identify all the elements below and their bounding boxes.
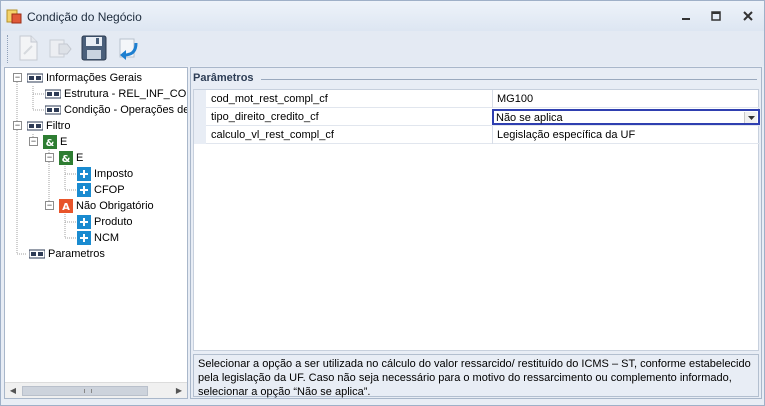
- undo-arrow-icon[interactable]: [114, 33, 144, 63]
- property-value-dropdown[interactable]: Não se aplica: [492, 109, 760, 125]
- condition-tree[interactable]: − Informações Gerais Estrutura - REL_INF…: [4, 67, 188, 399]
- plus-box-icon: [77, 183, 91, 197]
- and-icon: &: [59, 151, 73, 165]
- close-icon[interactable]: [739, 8, 757, 24]
- property-name: tipo_direito_credito_cf: [211, 111, 319, 123]
- property-row[interactable]: cod_mot_rest_compl_cf MG100: [194, 90, 760, 108]
- property-name: calculo_vl_rest_compl_cf: [211, 129, 334, 141]
- scroll-right-icon[interactable]: ▶: [174, 386, 184, 396]
- tree-node-informacoes-gerais[interactable]: − Informações Gerais: [13, 70, 142, 86]
- svg-text:A: A: [62, 202, 70, 213]
- tree-node-condicao[interactable]: Condição - Operações de: [45, 102, 187, 118]
- plus-box-icon: [77, 231, 91, 245]
- tree-node-estrutura[interactable]: Estrutura - REL_INF_CO: [45, 86, 186, 102]
- property-value[interactable]: Legislação específica da UF: [497, 129, 635, 141]
- and-icon: &: [43, 135, 57, 149]
- properties-panel: Parâmetros cod_mot_rest_compl_cf MG100 t…: [190, 67, 762, 399]
- tree-node-e-nested[interactable]: − & E: [45, 150, 83, 166]
- tree-node-cfop[interactable]: CFOP: [77, 182, 125, 198]
- parameters-header: Parâmetros: [193, 72, 254, 84]
- property-description: Selecionar a opção a ser utilizada no cá…: [193, 354, 759, 398]
- form-icon: [45, 105, 61, 115]
- form-icon: [27, 121, 43, 131]
- collapse-toggle-icon[interactable]: −: [13, 73, 22, 82]
- tree-node-imposto[interactable]: Imposto: [77, 166, 133, 182]
- tree-node-e[interactable]: − & E: [29, 134, 67, 150]
- property-value[interactable]: MG100: [497, 93, 533, 105]
- app-icon: [6, 9, 22, 24]
- tree-node-parametros[interactable]: Parametros: [29, 246, 105, 262]
- scroll-left-icon[interactable]: ◀: [8, 386, 18, 396]
- business-condition-window: Condição do Negócio − Informações Gerais…: [0, 0, 765, 406]
- form-icon: [27, 73, 43, 83]
- property-row-selected[interactable]: tipo_direito_credito_cf Não se aplica: [194, 108, 760, 126]
- header-divider: [261, 79, 757, 80]
- optional-a-icon: A: [59, 199, 73, 213]
- form-icon: [45, 89, 61, 99]
- toolbar: [1, 31, 764, 66]
- tree-node-nao-obrigatorio[interactable]: − A Não Obrigatório: [45, 198, 154, 214]
- plus-box-icon: [77, 167, 91, 181]
- minimize-icon[interactable]: [677, 8, 695, 24]
- collapse-toggle-icon[interactable]: −: [13, 121, 22, 130]
- collapse-toggle-icon[interactable]: −: [45, 201, 54, 210]
- property-name: cod_mot_rest_compl_cf: [211, 93, 328, 105]
- svg-text:&: &: [62, 154, 71, 165]
- new-document-icon[interactable]: [13, 33, 43, 63]
- title-bar: Condição do Negócio: [1, 1, 764, 31]
- arrow-forward-icon[interactable]: [45, 33, 75, 63]
- svg-text:&: &: [46, 138, 55, 149]
- plus-box-icon: [77, 215, 91, 229]
- toolbar-grip[interactable]: [7, 35, 9, 63]
- collapse-toggle-icon[interactable]: −: [29, 137, 38, 146]
- tree-node-filtro[interactable]: − Filtro: [13, 118, 70, 134]
- window-title: Condição do Negócio: [27, 10, 142, 24]
- dropdown-selected-value: Não se aplica: [496, 112, 563, 124]
- property-grid: cod_mot_rest_compl_cf MG100 tipo_direito…: [193, 89, 760, 351]
- collapse-toggle-icon[interactable]: −: [45, 153, 54, 162]
- tree-node-produto[interactable]: Produto: [77, 214, 133, 230]
- form-icon: [29, 249, 45, 259]
- floppy-disk-icon[interactable]: [79, 33, 109, 63]
- property-row[interactable]: calculo_vl_rest_compl_cf Legislação espe…: [194, 126, 760, 144]
- scroll-thumb[interactable]: [22, 386, 148, 396]
- maximize-icon[interactable]: [707, 8, 725, 24]
- tree-node-ncm[interactable]: NCM: [77, 230, 119, 246]
- chevron-down-icon[interactable]: [744, 112, 757, 123]
- tree-horizontal-scrollbar[interactable]: ◀ ▶: [5, 382, 187, 398]
